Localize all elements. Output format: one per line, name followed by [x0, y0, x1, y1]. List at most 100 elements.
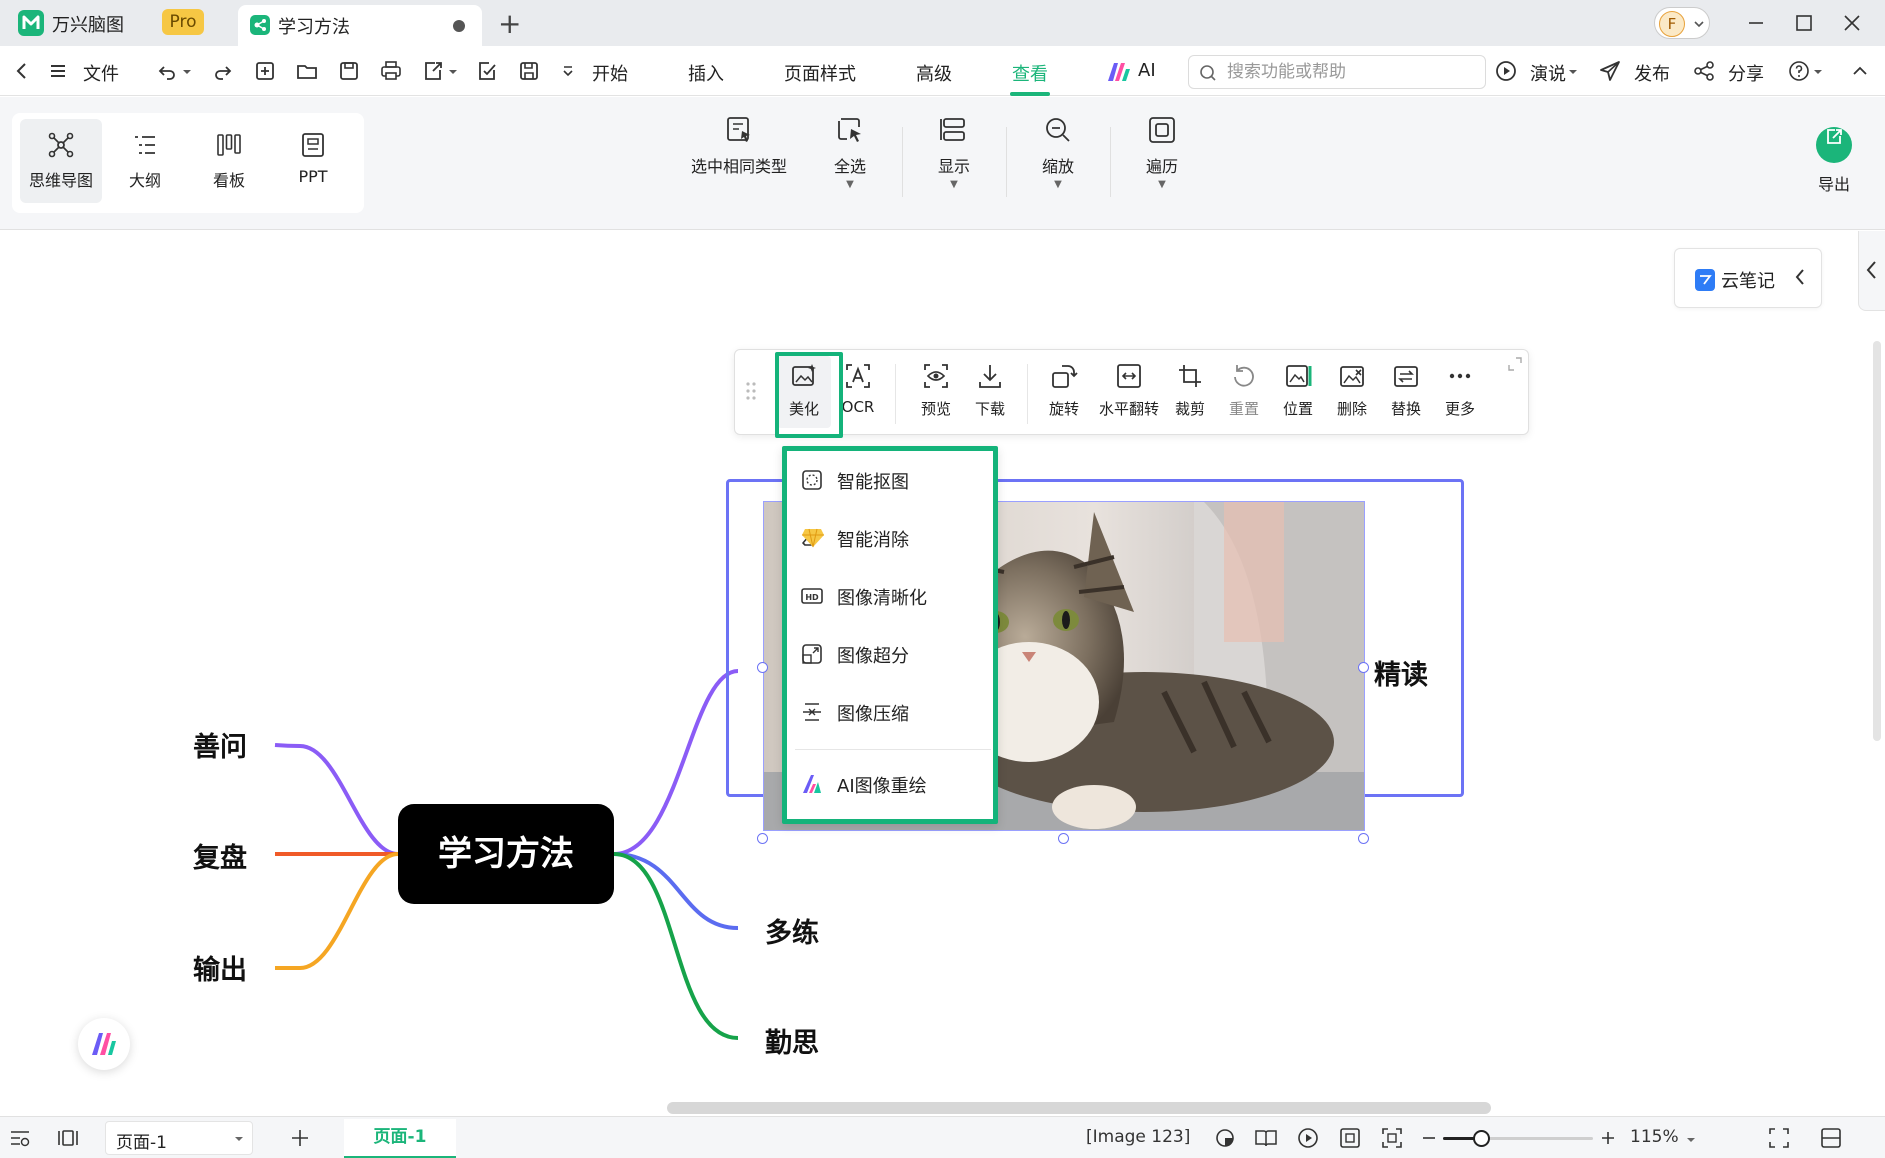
- page-select[interactable]: 页面-1: [105, 1121, 253, 1155]
- pro-badge[interactable]: Pro: [162, 9, 204, 35]
- ai-assistant-button[interactable]: [78, 1018, 130, 1070]
- download-button[interactable]: 下载: [963, 362, 1017, 419]
- help-dropdown-icon[interactable]: [1813, 68, 1823, 76]
- file-menu[interactable]: 文件: [83, 60, 119, 86]
- resize-handle-right[interactable]: [1358, 662, 1369, 673]
- menu-item-super-resolution[interactable]: 图像超分: [801, 637, 987, 671]
- menu-item-ai-redraw[interactable]: AI图像重绘: [801, 767, 987, 801]
- expand-toolbar-icon[interactable]: [1507, 356, 1523, 372]
- user-avatar[interactable]: F: [1654, 7, 1710, 39]
- menu-item-image-compress[interactable]: 图像压缩: [801, 695, 987, 729]
- topic-duolian[interactable]: 多练: [765, 911, 819, 950]
- topic-shanwen[interactable]: 善问: [193, 725, 247, 764]
- redo-icon[interactable]: [211, 59, 235, 83]
- checkin-icon[interactable]: [475, 59, 499, 83]
- search-input[interactable]: [1227, 62, 1477, 82]
- crop-button[interactable]: 裁剪: [1163, 362, 1217, 419]
- view-mindmap-button[interactable]: 思维导图: [20, 119, 102, 203]
- menu-tab-ai[interactable]: AI: [1138, 60, 1156, 81]
- unsaved-dot-icon[interactable]: [453, 20, 465, 32]
- drag-handle-icon[interactable]: [745, 380, 757, 402]
- maximize-button[interactable]: [1789, 8, 1819, 38]
- display-dropdown-icon[interactable]: ▼: [924, 179, 984, 191]
- zoom-level[interactable]: 115%: [1630, 1127, 1679, 1147]
- export-dropdown-icon[interactable]: [448, 68, 458, 76]
- more-tools-chevron-icon[interactable]: [556, 59, 580, 83]
- print-icon[interactable]: [379, 59, 403, 83]
- save-as-icon[interactable]: [517, 59, 541, 83]
- traverse-button[interactable]: 遍历 ▼: [1132, 115, 1192, 191]
- present-button[interactable]: 演说: [1530, 60, 1566, 86]
- resize-handle-bottom-right[interactable]: [1358, 833, 1369, 844]
- back-icon[interactable]: [10, 59, 34, 83]
- outline-panel-icon[interactable]: [8, 1127, 32, 1149]
- menu-item-smart-erase[interactable]: 智能消除: [801, 521, 987, 555]
- zoom-out-minus-icon[interactable]: [1420, 1129, 1438, 1147]
- page-panel-icon[interactable]: [56, 1127, 80, 1149]
- publish-button[interactable]: 发布: [1634, 60, 1670, 86]
- right-panel-toggle[interactable]: [1858, 231, 1885, 311]
- delete-image-button[interactable]: 删除: [1325, 362, 1379, 419]
- view-ppt-button[interactable]: PPT: [272, 119, 354, 203]
- resize-handle-left[interactable]: [757, 662, 768, 673]
- share-button[interactable]: 分享: [1728, 60, 1764, 86]
- open-folder-icon[interactable]: [295, 59, 319, 83]
- fullscreen-icon[interactable]: [1768, 1127, 1790, 1149]
- menu-tab-start[interactable]: 开始: [592, 60, 628, 86]
- export-button[interactable]: 导出: [1806, 119, 1862, 195]
- present-dropdown-icon[interactable]: [1568, 68, 1578, 76]
- minimize-button[interactable]: [1741, 8, 1771, 38]
- display-button[interactable]: 显示 ▼: [924, 115, 984, 191]
- cloud-note-button[interactable]: 云笔记: [1674, 248, 1822, 308]
- book-view-icon[interactable]: [1254, 1127, 1278, 1149]
- menu-item-smart-cutout[interactable]: 智能抠图: [801, 463, 987, 497]
- more-button[interactable]: 更多: [1433, 362, 1487, 419]
- zoom-slider-knob[interactable]: [1472, 1130, 1490, 1147]
- topic-shuchu[interactable]: 输出: [193, 948, 247, 987]
- menu-tab-insert[interactable]: 插入: [688, 60, 724, 86]
- preview-button[interactable]: 预览: [909, 362, 963, 419]
- publish-paper-plane-icon[interactable]: [1598, 59, 1622, 83]
- document-tab[interactable]: 学习方法: [238, 5, 482, 46]
- view-outline-button[interactable]: 大纲: [104, 119, 186, 203]
- panel-layout-icon[interactable]: [1820, 1127, 1842, 1149]
- close-window-button[interactable]: [1837, 8, 1867, 38]
- select-all-dropdown-icon[interactable]: ▼: [820, 179, 880, 191]
- save-icon[interactable]: [337, 59, 361, 83]
- page-tab-1[interactable]: 页面-1: [344, 1119, 456, 1158]
- select-same-type-button[interactable]: 选中相同类型: [686, 115, 792, 191]
- new-tab-button[interactable]: +: [498, 7, 521, 40]
- export-file-icon[interactable]: [421, 59, 445, 83]
- zoom-in-plus-icon[interactable]: [1599, 1129, 1617, 1147]
- present-play-icon[interactable]: [1494, 59, 1518, 83]
- menu-tab-page-style[interactable]: 页面样式: [784, 60, 856, 86]
- hamburger-menu-icon[interactable]: [46, 59, 70, 83]
- undo-icon[interactable]: [155, 59, 179, 83]
- zoom-slider[interactable]: [1443, 1130, 1593, 1147]
- help-icon[interactable]: [1787, 59, 1811, 83]
- theme-icon[interactable]: [1214, 1127, 1236, 1149]
- collapse-ribbon-icon[interactable]: [1848, 59, 1872, 83]
- zoom-dropdown-icon[interactable]: [1686, 1136, 1696, 1144]
- select-all-button[interactable]: 全选 ▼: [820, 115, 880, 191]
- rotate-button[interactable]: 旋转: [1037, 362, 1091, 419]
- slideshow-play-icon[interactable]: [1297, 1127, 1319, 1149]
- zoom-button[interactable]: 缩放 ▼: [1028, 115, 1088, 191]
- undo-dropdown-icon[interactable]: [182, 68, 192, 76]
- horizontal-scrollbar[interactable]: [667, 1102, 1491, 1114]
- replace-image-button[interactable]: 替换: [1379, 362, 1433, 419]
- traverse-dropdown-icon[interactable]: ▼: [1132, 179, 1192, 191]
- search-box[interactable]: [1188, 55, 1486, 89]
- resize-handle-bottom-left[interactable]: [757, 833, 768, 844]
- topic-fupan[interactable]: 复盘: [193, 836, 247, 875]
- menu-tab-view[interactable]: 查看: [1012, 60, 1048, 86]
- topic-qinsi[interactable]: 勤思: [765, 1021, 819, 1060]
- fit-page-icon[interactable]: [1339, 1127, 1361, 1149]
- menu-item-image-sharpen[interactable]: HD 图像清晰化: [801, 579, 987, 613]
- root-topic[interactable]: 学习方法: [398, 804, 614, 904]
- position-button[interactable]: 位置: [1271, 362, 1325, 419]
- view-kanban-button[interactable]: 看板: [188, 119, 270, 203]
- add-page-icon[interactable]: [288, 1126, 312, 1150]
- fit-screen-icon[interactable]: [1381, 1127, 1403, 1149]
- share-icon[interactable]: [1692, 59, 1716, 83]
